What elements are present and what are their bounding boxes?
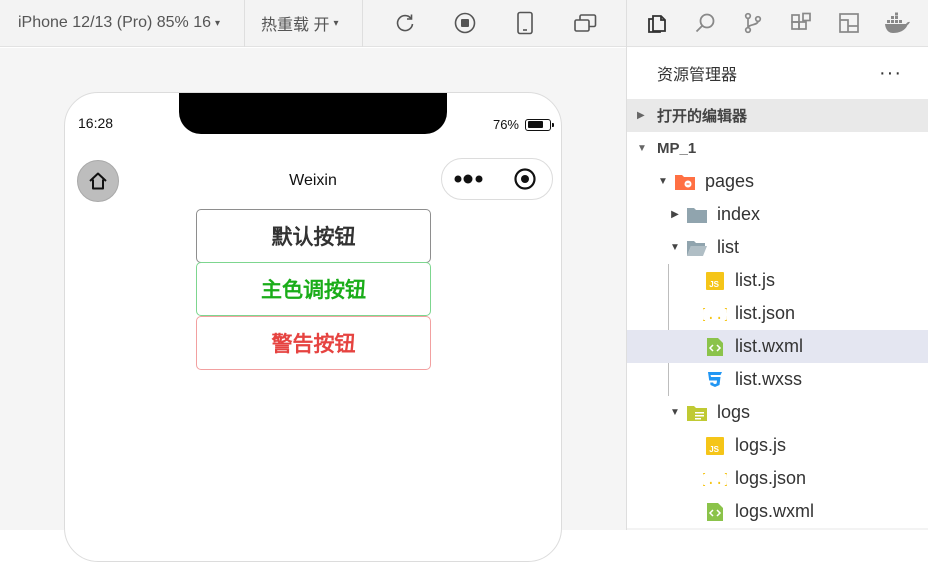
battery-icon — [525, 118, 554, 131]
tree-item-label: list — [717, 237, 739, 257]
tree-item-label: logs.json — [735, 468, 807, 488]
tree-item-pages[interactable]: ▼ pages — [627, 165, 928, 198]
tree-item-logs[interactable]: ▼ logs — [627, 396, 928, 429]
wxml-file-icon — [703, 502, 727, 522]
docker-icon[interactable] — [873, 0, 921, 47]
chevron-down-icon: ▼ — [670, 407, 680, 418]
tree-item-list-wxss[interactable]: list.wxss — [627, 363, 928, 396]
folder-open-icon — [685, 238, 709, 258]
battery-fill — [527, 121, 544, 128]
folder-logs-icon — [685, 403, 709, 423]
tree-item-label: list.wxml — [735, 336, 803, 356]
js-file-icon: JS — [703, 271, 727, 291]
tree-item-label: pages — [705, 171, 755, 191]
chevron-right-icon: ▶ — [637, 110, 645, 121]
extensions-icon[interactable] — [777, 0, 825, 47]
tree-item-label: list.wxss — [735, 369, 802, 389]
search-icon[interactable] — [681, 0, 729, 47]
layout-icon[interactable] — [825, 0, 873, 47]
chevron-down-icon: ▼ — [670, 242, 680, 253]
tree-item-list-wxml[interactable]: list.wxml — [627, 330, 928, 363]
hot-reload-select[interactable]: 热重载 开 ▾ — [245, 0, 363, 47]
js-file-icon: JS — [703, 436, 727, 456]
folder-pages-icon — [673, 172, 697, 192]
hot-reload-label: 热重载 开 — [261, 17, 330, 34]
explorer-header: 资源管理器 ··· — [627, 47, 928, 99]
chevron-down-icon: ▼ — [637, 143, 647, 154]
explorer-panel: 资源管理器 ··· ▶ 打开的编辑器 ▼ MP_1 ▼ pages ▶ inde… — [626, 0, 928, 530]
more-actions-icon[interactable]: ··· — [879, 62, 902, 85]
close-target-icon[interactable] — [497, 159, 552, 199]
css-file-icon — [703, 370, 727, 390]
project-label: MP_1 — [657, 140, 697, 157]
tree-item-logs-wxml[interactable]: logs.wxml — [627, 495, 928, 528]
explorer-title: 资源管理器 — [657, 67, 738, 84]
phone-icon[interactable] — [495, 0, 555, 47]
open-editors-section[interactable]: ▶ 打开的编辑器 — [627, 99, 928, 132]
warn-button[interactable]: 警告按钮 — [196, 316, 431, 370]
project-section[interactable]: ▼ MP_1 — [627, 132, 928, 165]
tree-item-list[interactable]: ▼ list — [627, 231, 928, 264]
svg-text:JS: JS — [709, 445, 719, 454]
file-tree: ▼ pages ▶ index ▼ list JS list.js .. lis… — [627, 165, 928, 528]
wxml-file-icon — [703, 337, 727, 357]
activity-bar — [627, 0, 928, 47]
simulator-area: 16:28 76% Weixin 默认按钮 主色调按钮 警告按钮 — [0, 48, 626, 562]
tree-item-label: list.js — [735, 270, 775, 290]
status-time: 16:28 — [78, 115, 114, 131]
tree-item-logs-js[interactable]: JS logs.js — [627, 429, 928, 462]
simulator-toolbar: iPhone 12/13 (Pro) 85% 16 ▾ 热重载 开 ▾ — [0, 0, 626, 47]
svg-text:JS: JS — [709, 280, 719, 289]
tree-item-list-json[interactable]: {..} list.json — [627, 297, 928, 330]
svg-text:{..}: {..} — [703, 472, 727, 488]
phone-frame: 16:28 76% Weixin 默认按钮 主色调按钮 警告按钮 — [64, 92, 562, 562]
tree-item-logs-json[interactable]: {..} logs.json — [627, 462, 928, 495]
default-button[interactable]: 默认按钮 — [196, 209, 431, 263]
phone-notch — [179, 93, 447, 134]
device-select[interactable]: iPhone 12/13 (Pro) 85% 16 ▾ — [0, 0, 245, 47]
status-battery: 76% — [492, 117, 554, 132]
tree-item-label: logs — [717, 402, 751, 422]
source-control-icon[interactable] — [729, 0, 777, 47]
tree-item-label: list.json — [735, 303, 796, 323]
multi-window-icon[interactable] — [555, 0, 615, 47]
device-select-label: iPhone 12/13 (Pro) 85% 16 — [18, 14, 212, 31]
json-file-icon: {..} — [703, 304, 727, 324]
chevron-right-icon: ▶ — [671, 209, 679, 220]
tree-item-index[interactable]: ▶ index — [627, 198, 928, 231]
battery-text: 76% — [492, 117, 519, 132]
open-editors-label: 打开的编辑器 — [657, 108, 748, 125]
svg-text:{..}: {..} — [703, 307, 727, 323]
more-dots-icon[interactable] — [442, 159, 497, 199]
stop-icon[interactable] — [435, 0, 495, 47]
files-icon[interactable] — [633, 0, 681, 47]
tree-item-list-js[interactable]: JS list.js — [627, 264, 928, 297]
menu-capsule — [441, 158, 553, 200]
tree-item-label: logs.js — [735, 435, 787, 455]
primary-button[interactable]: 主色调按钮 — [196, 262, 431, 316]
json-file-icon: {..} — [703, 469, 727, 489]
folder-icon — [685, 205, 709, 225]
chevron-down-icon: ▾ — [333, 17, 339, 29]
chevron-down-icon: ▾ — [215, 17, 221, 29]
tree-item-label: logs.wxml — [735, 501, 815, 521]
refresh-icon[interactable] — [375, 0, 435, 47]
tree-item-label: index — [717, 204, 761, 224]
chevron-down-icon: ▼ — [658, 176, 668, 187]
